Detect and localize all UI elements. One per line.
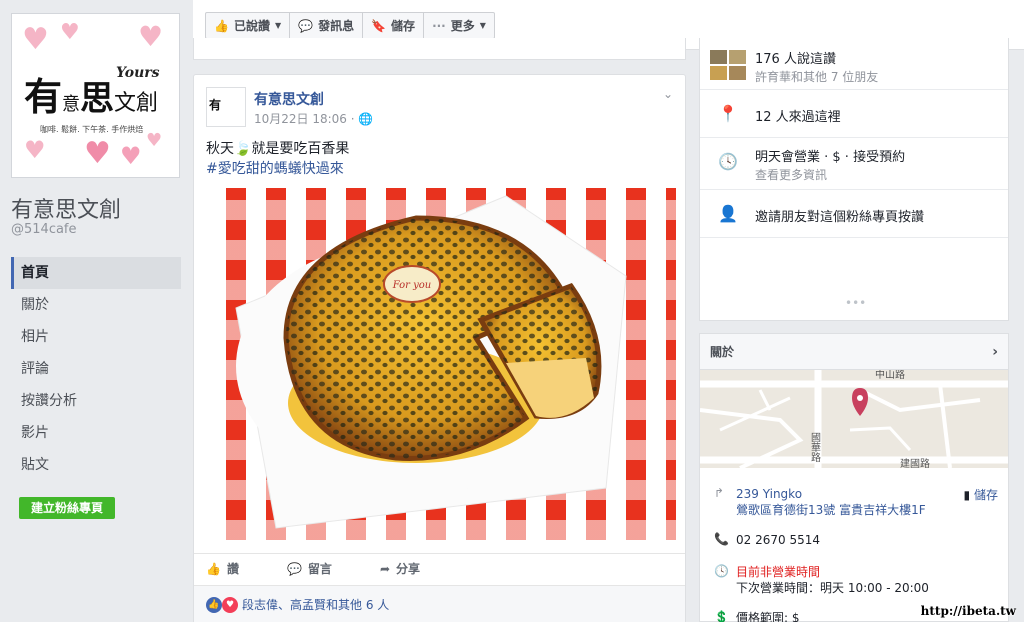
phone-number[interactable]: 02 2670 5514 [736, 532, 820, 548]
share-arrow-icon: ➦ [379, 561, 390, 576]
map-pin-icon: 📍 [718, 104, 738, 123]
heart-icon: ♥ [138, 20, 164, 53]
post-reactions[interactable]: 👍 ♥ 段志偉、高孟賢和其他 6 人 [194, 585, 685, 622]
svg-text:For you: For you [392, 280, 431, 291]
post-hashtag[interactable]: #愛吃甜的螞蟻快過來 [206, 159, 349, 179]
heart-icon: ♥ [60, 20, 80, 45]
comment-icon: 💬 [286, 561, 302, 576]
invite-friends-link[interactable]: 邀請朋友對這個粉絲專頁按讚 [755, 206, 924, 225]
save-button[interactable]: 🔖 儲存 [363, 12, 425, 39]
nav-item-videos[interactable]: 影片 [11, 417, 181, 449]
page-nav: 首頁 關於 相片 評論 按讚分析 影片 貼文 [11, 257, 181, 481]
svg-text:建國路: 建國路 [900, 457, 930, 468]
hours-detail: 目前非營業時間 下次營業時間：明天 10:00 - 20:00 [736, 564, 929, 596]
price-range: 價格範圍: $ [736, 611, 800, 622]
create-page-button[interactable]: 建立粉絲專頁 [19, 497, 115, 519]
heart-icon: ♥ [120, 142, 142, 170]
like-reaction-icon: 👍 [206, 596, 222, 613]
message-button[interactable]: 💬 發訊息 [290, 12, 364, 39]
watermark-text: http://ibeta.tw [920, 604, 1016, 618]
nav-item-home[interactable]: 首頁 [11, 257, 181, 289]
clock-icon: 🕓 [718, 152, 738, 171]
post-card: 有 有意思文創 10月22日 18:06 · 🌐 ⌄ 秋天🍃就是要吃百香果 #愛… [193, 74, 686, 622]
chevron-down-icon[interactable]: ⌄ [663, 87, 673, 101]
messenger-icon: 💬 [298, 18, 314, 33]
bookmark-icon: 🔖 [371, 18, 387, 33]
caret-down-icon: ▼ [274, 21, 282, 30]
about-title: 關於 [710, 345, 735, 359]
nav-item-insights[interactable]: 按讚分析 [11, 385, 181, 417]
post-author-link[interactable]: 有意思文創 [254, 89, 324, 109]
love-reaction-icon: ♥ [222, 596, 238, 613]
caret-down-icon: ▼ [479, 21, 486, 30]
nav-item-photos[interactable]: 相片 [11, 321, 181, 353]
thumbs-up-icon: 👍 [214, 18, 229, 33]
share-button[interactable]: ➦ 分享 [380, 554, 420, 583]
next-open-hours: 下次營業時間：明天 10:00 - 20:00 [736, 581, 929, 595]
directions-arrow-icon: ↱ [714, 486, 725, 500]
nav-item-about[interactable]: 關於 [11, 289, 181, 321]
globe-icon: 🌐 [358, 112, 374, 126]
post-text: 秋天🍃就是要吃百香果 #愛吃甜的螞蟻快過來 [206, 141, 350, 179]
friends-like-text[interactable]: 許育華和其他 7 位朋友 [755, 68, 878, 85]
heart-icon: ♥ [24, 136, 46, 164]
nav-item-reviews[interactable]: 評論 [11, 353, 181, 385]
add-friend-icon: 👤 [718, 204, 738, 223]
address-link[interactable]: 239 Yingko 鶯歌區育德街13號 富貴吉祥大樓1F [736, 486, 926, 518]
post-photo[interactable]: For you [206, 188, 676, 540]
logo-text: 有意思文創 [24, 74, 159, 119]
nav-item-posts[interactable]: 貼文 [11, 449, 181, 481]
logo-tagline: 咖啡. 鬆餅. 下午茶. 手作烘焙 [40, 125, 144, 134]
checkins-count[interactable]: 12 人來過這裡 [755, 106, 841, 125]
cake-image: For you [235, 195, 627, 529]
more-dots-icon[interactable]: ••• [845, 296, 866, 310]
profile-picture[interactable]: ♥ ♥ ♥ ♥ ♥ ♥ ♥ Yours 有意思文創 咖啡. 鬆餅. 下午茶. 手… [11, 13, 180, 178]
hours-summary: 明天會營業 · $ · 接受預約 [755, 150, 906, 165]
page-info-card: 176 人說這讚 許育華和其他 7 位朋友 📍 12 人來過這裡 🕓 明天會營業… [699, 38, 1009, 321]
heart-icon: ♥ [146, 130, 163, 151]
clock-icon: 🕓 [714, 564, 729, 578]
comment-button[interactable]: 💬 留言 [287, 554, 332, 583]
save-location-button[interactable]: ▮ 儲存 [964, 486, 998, 503]
price-tag-icon: 💲 [714, 610, 729, 622]
about-card: 關於 › 中山路 國華路 建國路 ↱ 239 Yingko 鶯歌區育德街13號 … [699, 333, 1009, 622]
more-dots-icon: ··· [432, 18, 446, 33]
chevron-right-icon[interactable]: › [992, 344, 998, 360]
phone-icon: 📞 [714, 532, 729, 546]
likes-count[interactable]: 176 人說這讚 [755, 48, 836, 67]
page-handle[interactable]: @514cafe [11, 222, 77, 237]
friends-avatars[interactable] [710, 50, 746, 80]
heart-icon: ♥ [22, 22, 49, 57]
like-button[interactable]: 👍 讚 [206, 554, 239, 583]
post-actions: 👍 讚 💬 留言 ➦ 分享 [194, 553, 685, 583]
post-avatar[interactable]: 有 [206, 87, 246, 127]
svg-text:中山路: 中山路 [875, 370, 905, 381]
see-more-info-link[interactable]: 查看更多資訊 [755, 166, 827, 183]
leaf-icon: 🍃 [234, 141, 252, 157]
thumbs-up-icon: 👍 [206, 561, 221, 576]
page-title: 有意思文創 [11, 198, 122, 223]
bookmark-icon: ▮ [963, 488, 971, 502]
liked-button[interactable]: 👍 已說讚 ▼ [205, 12, 291, 39]
heart-icon: ♥ [84, 136, 111, 171]
more-button[interactable]: ··· 更多 ▼ [424, 12, 495, 39]
location-map[interactable]: 中山路 國華路 建國路 [700, 370, 1008, 468]
previous-post-fragment [193, 38, 686, 60]
closed-status: 目前非營業時間 [736, 565, 821, 579]
svg-text:國華路: 國華路 [809, 432, 821, 463]
post-timestamp[interactable]: 10月22日 18:06 · 🌐 [254, 110, 373, 127]
